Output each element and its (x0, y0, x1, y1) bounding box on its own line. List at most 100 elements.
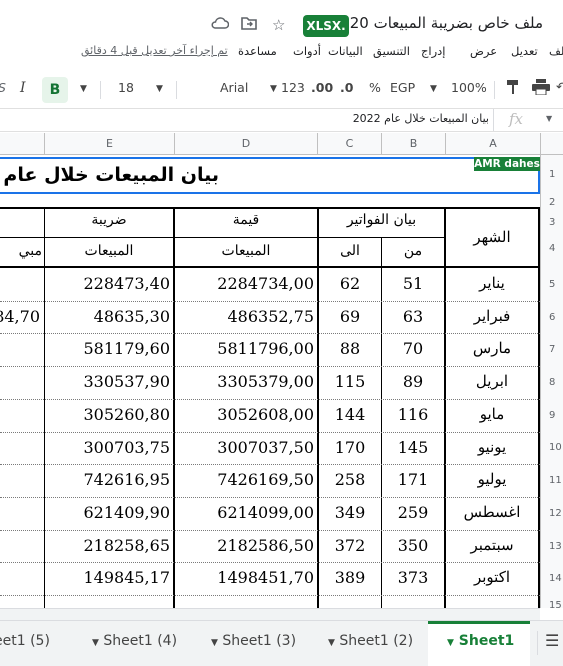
month-cell[interactable]: يوليو (446, 470, 538, 488)
value-cell[interactable]: 2284734,00 (175, 274, 314, 293)
to-cell[interactable]: 372 (319, 536, 381, 555)
column-header-f[interactable] (0, 133, 44, 155)
header-sales[interactable]: المبيعات (175, 243, 317, 259)
month-cell[interactable]: سبتمبر (446, 536, 538, 554)
to-cell[interactable]: 144 (319, 405, 381, 424)
month-cell[interactable]: يناير (446, 274, 538, 292)
star-icon[interactable]: ☆ (272, 16, 285, 34)
sheet-title[interactable]: بيان المبيعات خلال عام 2022 (0, 164, 219, 186)
row-header[interactable]: 9 (549, 410, 555, 421)
row-header[interactable]: 8 (549, 377, 555, 388)
formula-expand-icon[interactable]: ▼ (546, 114, 552, 123)
number-format-button[interactable]: 123 (281, 80, 305, 95)
tax-cell[interactable]: 742616,95 (45, 470, 170, 489)
column-header-d[interactable]: D (174, 133, 317, 155)
header-cut-column[interactable]: مبي (0, 243, 42, 259)
strikethrough-button[interactable]: S (0, 80, 6, 95)
tab-menu-icon[interactable]: ▼ (92, 638, 99, 648)
decrease-decimal-button[interactable]: .0 (340, 80, 353, 95)
text-color-dropdown-icon[interactable]: ▼ (80, 84, 87, 94)
value-cell[interactable]: 3007037,50 (175, 438, 314, 457)
document-title[interactable]: 2020 ملف خاص بضريبة المبيعات (331, 14, 543, 32)
value-cell[interactable]: 3052608,00 (175, 405, 314, 424)
zoom-value[interactable]: 100% (451, 80, 487, 95)
to-cell[interactable]: 62 (319, 274, 381, 293)
to-cell[interactable]: 88 (319, 339, 381, 358)
header-value[interactable]: قيمة (175, 212, 317, 228)
row-header[interactable]: 2 (549, 197, 555, 208)
header-to[interactable]: الى (319, 243, 381, 259)
tax-cell[interactable]: 621409,90 (45, 503, 170, 522)
row-header[interactable]: 11 (549, 475, 562, 486)
to-cell[interactable]: 258 (319, 470, 381, 489)
value-cell[interactable]: 6214099,00 (175, 503, 314, 522)
last-edit-link[interactable]: تم إجراء آخر تعديل قبل 4 دقائق (81, 44, 228, 57)
tax-cell[interactable]: 300703,75 (45, 438, 170, 457)
all-sheets-icon[interactable]: ☰ (545, 631, 559, 650)
font-size-dropdown-icon[interactable]: ▼ (156, 84, 163, 94)
month-cell[interactable]: اكتوبر (446, 568, 538, 586)
horizontal-scrollbar[interactable] (0, 608, 540, 620)
row-header[interactable]: 14 (549, 573, 562, 584)
tax-cell[interactable]: 228473,40 (45, 274, 170, 293)
row-header[interactable]: 10 (549, 442, 562, 453)
value-cell[interactable]: 7426169,50 (175, 470, 314, 489)
move-folder-icon[interactable] (241, 16, 257, 34)
row-header[interactable]: 4 (549, 243, 555, 254)
from-cell[interactable]: 171 (382, 470, 444, 489)
select-all-corner[interactable] (540, 133, 563, 155)
row-header[interactable]: 3 (549, 217, 555, 228)
tab-sheet1-4[interactable]: ▼ Sheet1 (4) (92, 633, 177, 649)
column-header-b[interactable]: B (381, 133, 445, 155)
formula-input[interactable]: بيان المبيعات خلال عام 2022 (353, 112, 489, 125)
month-cell[interactable]: مارس (446, 339, 538, 357)
value-cell[interactable]: 1498451,70 (175, 568, 314, 587)
menu-edit[interactable]: تعديل (511, 44, 538, 58)
tab-sheet1-3[interactable]: ▼ Sheet1 (3) (211, 633, 296, 649)
month-cell[interactable]: اغسطس (446, 503, 538, 521)
value-cell[interactable]: 486352,75 (175, 307, 314, 326)
month-cell[interactable]: فبراير (446, 307, 538, 325)
to-cell[interactable]: 170 (319, 438, 381, 457)
to-cell[interactable]: 349 (319, 503, 381, 522)
column-header-a[interactable]: A (445, 133, 540, 155)
font-size-value[interactable]: 18 (118, 80, 134, 95)
font-family-value[interactable]: Arial (220, 80, 248, 95)
from-cell[interactable]: 259 (382, 503, 444, 522)
percent-button[interactable]: % (369, 80, 381, 95)
column-header-c[interactable]: C (317, 133, 381, 155)
from-cell[interactable]: 51 (382, 274, 444, 293)
tax-cell[interactable]: 581179,60 (45, 339, 170, 358)
cloud-status-icon[interactable] (211, 16, 230, 34)
row-header[interactable]: 12 (549, 508, 562, 519)
value-cell[interactable]: 2182586,50 (175, 536, 314, 555)
from-cell[interactable]: 63 (382, 307, 444, 326)
tab-sheet1-2[interactable]: ▼ Sheet1 (2) (328, 633, 413, 649)
column-header-e[interactable]: E (44, 133, 174, 155)
tab-menu-icon[interactable]: ▼ (211, 638, 218, 648)
menu-file[interactable]: ملف (549, 44, 563, 58)
from-cell[interactable]: 70 (382, 339, 444, 358)
tax-cell[interactable]: 149845,17 (45, 568, 170, 587)
tab-menu-icon[interactable]: ▼ (328, 638, 335, 648)
header-month[interactable]: الشهر (460, 228, 524, 246)
menu-insert[interactable]: إدراج (421, 44, 446, 58)
menu-data[interactable]: البيانات (328, 44, 363, 58)
row-header[interactable]: 15 (549, 600, 562, 611)
print-icon[interactable] (532, 79, 550, 98)
tab-menu-icon[interactable]: ▼ (447, 638, 454, 648)
month-cell[interactable]: يونيو (446, 438, 538, 456)
from-cell[interactable]: 350 (382, 536, 444, 555)
from-cell[interactable]: 145 (382, 438, 444, 457)
value-cell[interactable]: 3305379,00 (175, 372, 314, 391)
from-cell[interactable]: 116 (382, 405, 444, 424)
from-cell[interactable]: 89 (382, 372, 444, 391)
row-header[interactable]: 7 (549, 344, 555, 355)
bold-button[interactable]: B (42, 77, 68, 103)
increase-decimal-button[interactable]: .00 (311, 80, 333, 95)
header-tax-sales[interactable]: المبيعات (45, 243, 173, 259)
month-cell[interactable]: مايو (446, 405, 538, 423)
header-from[interactable]: من (382, 243, 444, 259)
value-cell[interactable]: 5811796,00 (175, 339, 314, 358)
paint-format-icon[interactable] (506, 79, 520, 98)
